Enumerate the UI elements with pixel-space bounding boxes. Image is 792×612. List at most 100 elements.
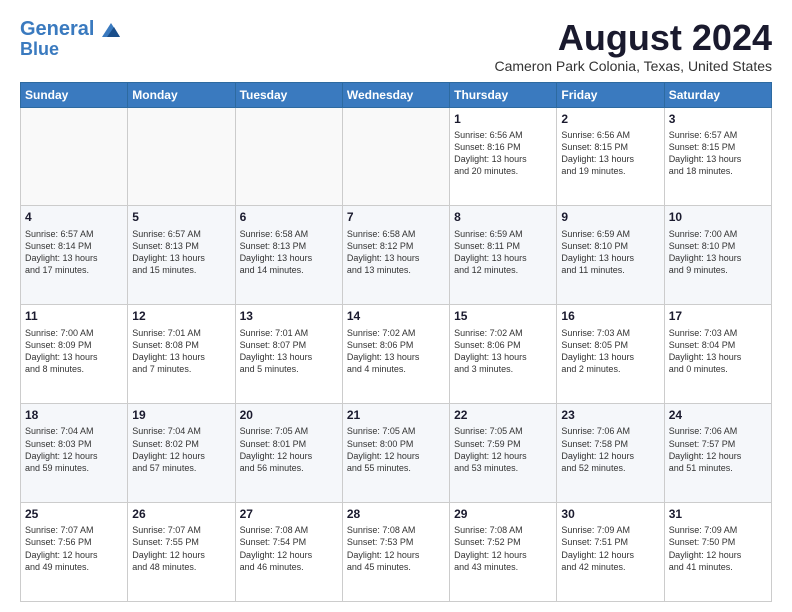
day-info: Sunrise: 7:01 AM Sunset: 8:07 PM Dayligh…	[240, 327, 338, 376]
day-info: Sunrise: 7:01 AM Sunset: 8:08 PM Dayligh…	[132, 327, 230, 376]
day-number: 9	[561, 209, 659, 225]
table-row: 20Sunrise: 7:05 AM Sunset: 8:01 PM Dayli…	[235, 404, 342, 503]
day-info: Sunrise: 6:56 AM Sunset: 8:16 PM Dayligh…	[454, 129, 552, 178]
table-row	[342, 107, 449, 206]
day-info: Sunrise: 7:03 AM Sunset: 8:05 PM Dayligh…	[561, 327, 659, 376]
table-row: 1 Sunrise: 6:56 AM Sunset: 8:16 PM Daylig…	[450, 107, 557, 206]
table-row: 8 Sunrise: 6:59 AM Sunset: 8:11 PM Daylig…	[450, 206, 557, 305]
logo-blue-text: Blue	[20, 40, 59, 60]
day-info: Sunrise: 7:09 AM Sunset: 7:51 PM Dayligh…	[561, 524, 659, 573]
col-saturday: Saturday	[664, 82, 771, 107]
day-info: Sunrise: 7:00 AM Sunset: 8:09 PM Dayligh…	[25, 327, 123, 376]
day-number: 4	[25, 209, 123, 225]
day-info: Sunrise: 7:06 AM Sunset: 7:57 PM Dayligh…	[669, 425, 767, 474]
month-title: August 2024	[494, 18, 772, 58]
day-number: 24	[669, 407, 767, 423]
day-info: Sunrise: 6:58 AM Sunset: 8:12 PM Dayligh…	[347, 228, 445, 277]
table-row: 18 Sunrise: 7:04 AM Sunset: 8:03 PM Dayli…	[21, 404, 128, 503]
header: General Blue August 2024 Cameron Park Co…	[20, 18, 772, 74]
day-number: 10	[669, 209, 767, 225]
day-info: Sunrise: 7:00 AM Sunset: 8:10 PM Dayligh…	[669, 228, 767, 277]
table-row: 24 Sunrise: 7:06 AM Sunset: 7:57 PM Dayli…	[664, 404, 771, 503]
day-info: Sunrise: 7:02 AM Sunset: 8:06 PM Dayligh…	[454, 327, 552, 376]
calendar-week-row: 1 Sunrise: 6:56 AM Sunset: 8:16 PM Daylig…	[21, 107, 772, 206]
day-number: 20	[240, 407, 338, 423]
table-row: 27Sunrise: 7:08 AM Sunset: 7:54 PM Dayli…	[235, 503, 342, 602]
table-row: 28 Sunrise: 7:08 AM Sunset: 7:53 PM Dayli…	[342, 503, 449, 602]
day-number: 14	[347, 308, 445, 324]
day-number: 21	[347, 407, 445, 423]
calendar-header-row: Sunday Monday Tuesday Wednesday Thursday…	[21, 82, 772, 107]
calendar-week-row: 11 Sunrise: 7:00 AM Sunset: 8:09 PM Dayli…	[21, 305, 772, 404]
day-number: 12	[132, 308, 230, 324]
table-row: 19Sunrise: 7:04 AM Sunset: 8:02 PM Dayli…	[128, 404, 235, 503]
table-row: 13 Sunrise: 7:01 AM Sunset: 8:07 PM Dayli…	[235, 305, 342, 404]
table-row: 25 Sunrise: 7:07 AM Sunset: 7:56 PM Dayli…	[21, 503, 128, 602]
day-info: Sunrise: 6:59 AM Sunset: 8:11 PM Dayligh…	[454, 228, 552, 277]
table-row: 10 Sunrise: 7:00 AM Sunset: 8:10 PM Dayli…	[664, 206, 771, 305]
table-row: 3 Sunrise: 6:57 AM Sunset: 8:15 PM Daylig…	[664, 107, 771, 206]
day-info: Sunrise: 7:07 AM Sunset: 7:55 PM Dayligh…	[132, 524, 230, 573]
day-number: 28	[347, 506, 445, 522]
table-row: 6 Sunrise: 6:58 AM Sunset: 8:13 PM Daylig…	[235, 206, 342, 305]
day-number: 22	[454, 407, 552, 423]
table-row: 9 Sunrise: 6:59 AM Sunset: 8:10 PM Daylig…	[557, 206, 664, 305]
table-row: 21 Sunrise: 7:05 AM Sunset: 8:00 PM Dayli…	[342, 404, 449, 503]
day-number: 5	[132, 209, 230, 225]
table-row: 31Sunrise: 7:09 AM Sunset: 7:50 PM Dayli…	[664, 503, 771, 602]
day-number: 7	[347, 209, 445, 225]
day-number: 13	[240, 308, 338, 324]
calendar-week-row: 18 Sunrise: 7:04 AM Sunset: 8:03 PM Dayli…	[21, 404, 772, 503]
day-number: 6	[240, 209, 338, 225]
day-number: 25	[25, 506, 123, 522]
table-row: 12 Sunrise: 7:01 AM Sunset: 8:08 PM Dayli…	[128, 305, 235, 404]
day-number: 26	[132, 506, 230, 522]
day-number: 18	[25, 407, 123, 423]
day-number: 1	[454, 111, 552, 127]
day-number: 2	[561, 111, 659, 127]
table-row: 16Sunrise: 7:03 AM Sunset: 8:05 PM Dayli…	[557, 305, 664, 404]
day-number: 19	[132, 407, 230, 423]
table-row: 2 Sunrise: 6:56 AM Sunset: 8:15 PM Daylig…	[557, 107, 664, 206]
day-number: 11	[25, 308, 123, 324]
table-row: 11 Sunrise: 7:00 AM Sunset: 8:09 PM Dayli…	[21, 305, 128, 404]
table-row: 30Sunrise: 7:09 AM Sunset: 7:51 PM Dayli…	[557, 503, 664, 602]
day-info: Sunrise: 7:08 AM Sunset: 7:53 PM Dayligh…	[347, 524, 445, 573]
day-info: Sunrise: 6:58 AM Sunset: 8:13 PM Dayligh…	[240, 228, 338, 277]
table-row	[21, 107, 128, 206]
day-number: 29	[454, 506, 552, 522]
calendar-body: 1 Sunrise: 6:56 AM Sunset: 8:16 PM Daylig…	[21, 107, 772, 601]
day-info: Sunrise: 7:08 AM Sunset: 7:52 PM Dayligh…	[454, 524, 552, 573]
table-row: 23Sunrise: 7:06 AM Sunset: 7:58 PM Dayli…	[557, 404, 664, 503]
calendar-week-row: 25 Sunrise: 7:07 AM Sunset: 7:56 PM Dayli…	[21, 503, 772, 602]
table-row	[128, 107, 235, 206]
day-number: 8	[454, 209, 552, 225]
day-number: 3	[669, 111, 767, 127]
table-row: 5 Sunrise: 6:57 AM Sunset: 8:13 PM Daylig…	[128, 206, 235, 305]
day-info: Sunrise: 7:05 AM Sunset: 8:00 PM Dayligh…	[347, 425, 445, 474]
day-info: Sunrise: 6:56 AM Sunset: 8:15 PM Dayligh…	[561, 129, 659, 178]
day-info: Sunrise: 6:57 AM Sunset: 8:15 PM Dayligh…	[669, 129, 767, 178]
table-row: 14 Sunrise: 7:02 AM Sunset: 8:06 PM Dayli…	[342, 305, 449, 404]
table-row	[235, 107, 342, 206]
day-info: Sunrise: 7:06 AM Sunset: 7:58 PM Dayligh…	[561, 425, 659, 474]
col-sunday: Sunday	[21, 82, 128, 107]
col-wednesday: Wednesday	[342, 82, 449, 107]
day-info: Sunrise: 7:05 AM Sunset: 7:59 PM Dayligh…	[454, 425, 552, 474]
col-thursday: Thursday	[450, 82, 557, 107]
calendar-week-row: 4Sunrise: 6:57 AM Sunset: 8:14 PM Daylig…	[21, 206, 772, 305]
calendar-table: Sunday Monday Tuesday Wednesday Thursday…	[20, 82, 772, 602]
day-info: Sunrise: 7:08 AM Sunset: 7:54 PM Dayligh…	[240, 524, 338, 573]
logo-text: General	[20, 18, 120, 40]
col-tuesday: Tuesday	[235, 82, 342, 107]
day-info: Sunrise: 7:02 AM Sunset: 8:06 PM Dayligh…	[347, 327, 445, 376]
day-info: Sunrise: 6:59 AM Sunset: 8:10 PM Dayligh…	[561, 228, 659, 277]
day-info: Sunrise: 7:09 AM Sunset: 7:50 PM Dayligh…	[669, 524, 767, 573]
title-area: August 2024 Cameron Park Colonia, Texas,…	[494, 18, 772, 74]
logo: General Blue	[20, 18, 120, 60]
day-info: Sunrise: 7:04 AM Sunset: 8:03 PM Dayligh…	[25, 425, 123, 474]
location: Cameron Park Colonia, Texas, United Stat…	[494, 58, 772, 74]
day-info: Sunrise: 7:03 AM Sunset: 8:04 PM Dayligh…	[669, 327, 767, 376]
day-info: Sunrise: 6:57 AM Sunset: 8:13 PM Dayligh…	[132, 228, 230, 277]
day-info: Sunrise: 7:07 AM Sunset: 7:56 PM Dayligh…	[25, 524, 123, 573]
